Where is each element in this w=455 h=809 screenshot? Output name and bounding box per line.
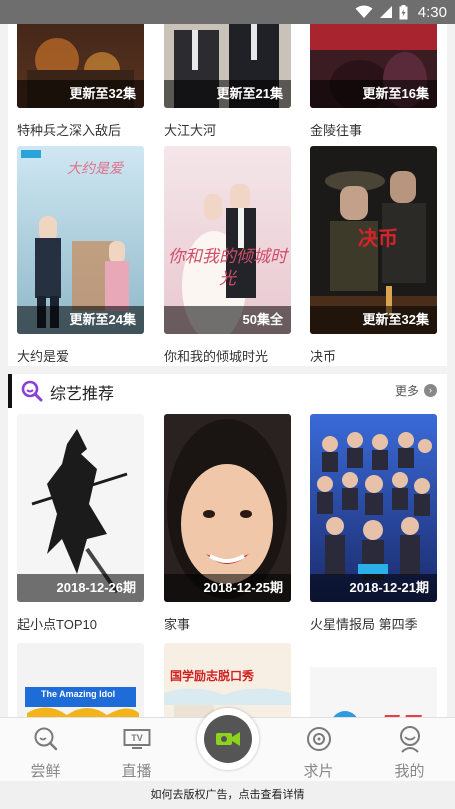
tab-label: 直播: [121, 763, 152, 780]
video-poster: 更新至21集: [164, 24, 291, 108]
video-poster: 更新至16集: [310, 24, 437, 108]
poster-title-art: 大约是爱: [67, 161, 123, 177]
video-card[interactable]: 国学励志脱口秀: [164, 643, 291, 717]
video-poster: 大约是爱 更新至24集: [17, 146, 144, 334]
video-card[interactable]: 2018-12-25期 家事: [164, 414, 291, 633]
more-label: 更多: [394, 384, 419, 398]
video-poster: The Amazing Idol: [17, 643, 144, 717]
wifi-icon: [355, 5, 373, 18]
poster-title-art: 国学励志脱口秀: [170, 669, 255, 683]
video-poster: 2018-12-21期: [310, 414, 437, 602]
episode-badge: 更新至32集: [310, 306, 437, 334]
battery-icon: [399, 4, 408, 19]
video-card[interactable]: 更新至21集 大江大河: [164, 24, 291, 139]
video-title: 金陵往事: [310, 123, 363, 138]
film-reel-icon: [306, 727, 331, 751]
ad-banner[interactable]: 如何去版权广告，点击查看详情: [0, 781, 455, 809]
video-title: 火星情报局 第四季: [310, 617, 418, 632]
video-poster: [310, 643, 437, 717]
poster-image: [310, 643, 437, 717]
content-scroll[interactable]: 更新至32集 特种兵之深入敌后 更新至21集 大江大河 更新至16集 金陵往事 …: [0, 24, 455, 717]
record-video-button[interactable]: [197, 708, 259, 770]
clock: 4:30: [417, 3, 447, 21]
bottom-tab-bar: 尝鲜 TV 直播 求片 我的: [0, 708, 455, 782]
video-card[interactable]: 决币 更新至32集 决币: [310, 146, 437, 365]
poster-title-art: The Amazing Idol: [41, 689, 116, 699]
tab-label: 尝鲜: [30, 763, 61, 780]
video-card[interactable]: 2018-12-26期 起小点TOP10: [17, 414, 144, 633]
episode-badge: 更新至24集: [17, 306, 144, 334]
tab-try[interactable]: 尝鲜: [0, 718, 91, 782]
episode-badge: 更新至16集: [310, 80, 437, 108]
video-title: 决币: [310, 349, 337, 364]
poster-title-art: 决币: [358, 226, 398, 250]
video-poster: 国学励志脱口秀: [164, 643, 291, 717]
video-card[interactable]: The Amazing Idol: [17, 643, 144, 717]
svg-text:TV: TV: [131, 733, 143, 743]
video-title: 大江大河: [164, 123, 217, 138]
tab-label: 求片: [303, 763, 334, 780]
video-title: 起小点TOP10: [17, 617, 97, 632]
episode-badge: 2018-12-26期: [17, 574, 144, 602]
video-poster: 你和我的倾城时光 50集全: [164, 146, 291, 334]
video-title: 大约是爱: [17, 349, 70, 364]
episode-badge: 更新至21集: [164, 80, 291, 108]
video-card[interactable]: 更新至16集 金陵往事: [310, 24, 437, 139]
variety-search-icon: [21, 380, 43, 402]
section-accent-bar: [8, 374, 12, 408]
poster-image: [17, 643, 144, 717]
video-card[interactable]: 大约是爱 更新至24集 大约是爱: [17, 146, 144, 365]
search-icon: [34, 727, 57, 751]
episode-badge: 2018-12-21期: [310, 574, 437, 602]
video-card[interactable]: 2018-12-21期 火星情报局 第四季: [310, 414, 437, 633]
video-title: 特种兵之深入敌后: [17, 123, 122, 138]
episode-badge: 2018-12-25期: [164, 574, 291, 602]
profile-icon: [399, 726, 420, 753]
video-camera-icon: [216, 732, 240, 746]
episode-badge: 50集全: [164, 306, 291, 334]
tv-icon: TV: [123, 729, 150, 749]
tab-label: 我的: [394, 763, 425, 780]
tv-panel: 更新至32集 特种兵之深入敌后 更新至21集 大江大河 更新至16集 金陵往事 …: [8, 24, 447, 366]
video-card[interactable]: 你和我的倾城时光 50集全 你和我的倾城时光: [164, 146, 291, 365]
tab-request[interactable]: 求片: [273, 718, 364, 782]
tab-live[interactable]: TV 直播: [91, 718, 182, 782]
section-title: 综艺推荐: [50, 386, 115, 403]
tab-mine[interactable]: 我的: [364, 718, 455, 782]
section-header: 综艺推荐 更多 ›: [8, 374, 447, 408]
chevron-right-icon: ›: [424, 384, 437, 397]
video-poster: 决币 更新至32集: [310, 146, 437, 334]
status-bar: 4:30: [0, 0, 455, 24]
video-poster: 2018-12-25期: [164, 414, 291, 602]
episode-badge: 更新至32集: [17, 80, 144, 108]
video-title: 你和我的倾城时光: [164, 349, 269, 364]
video-title: 家事: [164, 617, 191, 632]
video-card[interactable]: 更新至32集 特种兵之深入敌后: [17, 24, 144, 139]
poster-title-art: 你和我的倾城时光: [168, 247, 287, 289]
video-poster: 更新至32集: [17, 24, 144, 108]
more-link[interactable]: 更多 ›: [395, 382, 437, 399]
video-card[interactable]: [310, 643, 437, 717]
signal-icon: [379, 6, 392, 18]
video-poster: 2018-12-26期: [17, 414, 144, 602]
variety-panel: 综艺推荐 更多 › 2018-12-26期 起小点TOP10 2018-12-2…: [8, 374, 447, 717]
